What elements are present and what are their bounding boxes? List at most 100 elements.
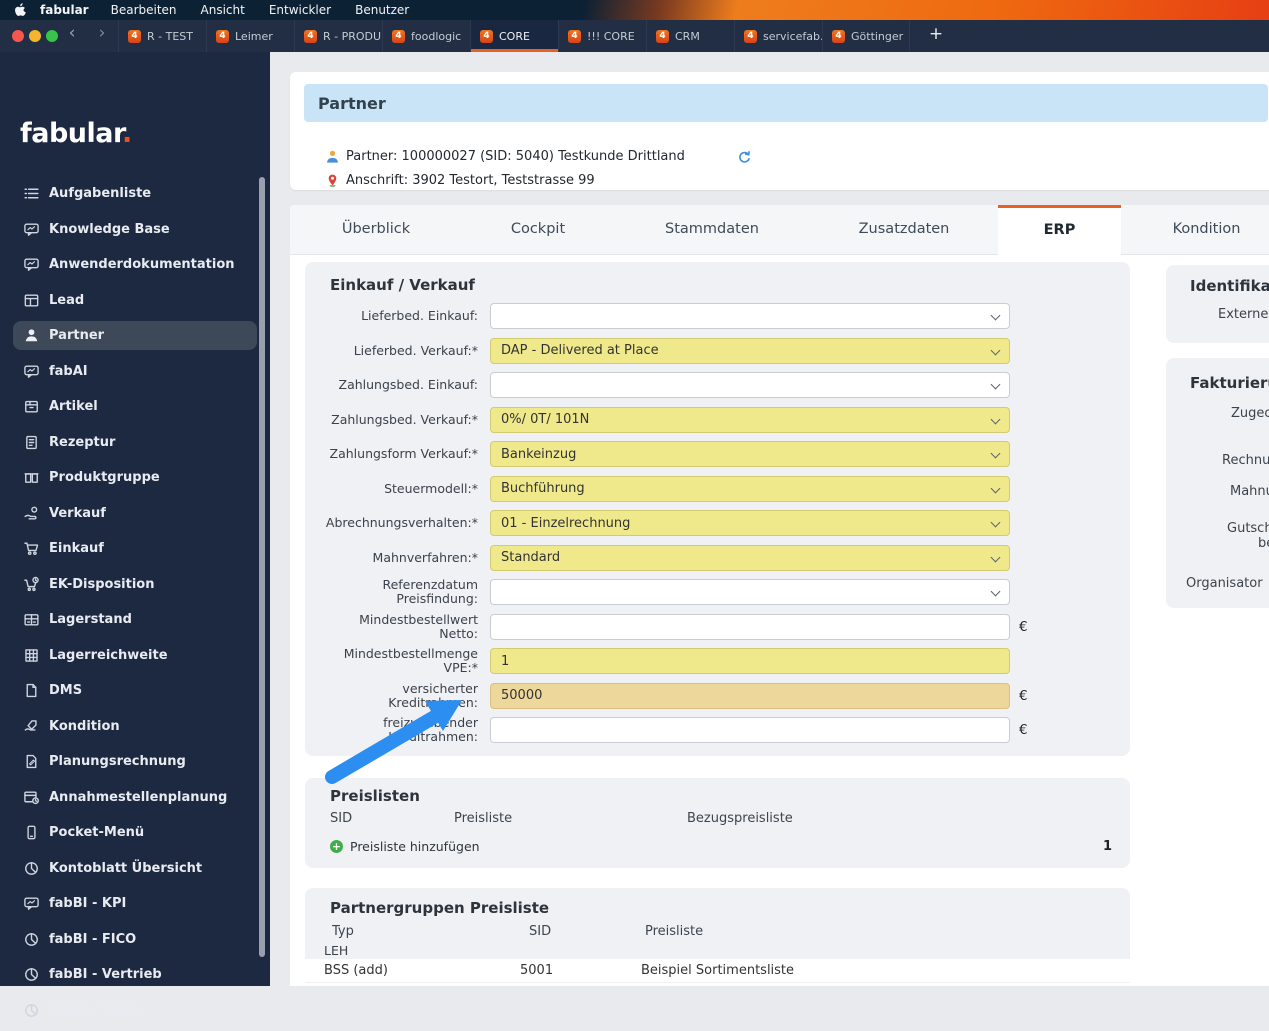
section-heading: Einkauf / Verkauf — [330, 276, 475, 294]
tab-stammdaten[interactable]: Stammdaten — [614, 205, 810, 255]
browser-tab-foodlogic[interactable]: 4 foodlogic — [382, 20, 470, 52]
cart-icon — [23, 540, 40, 557]
browser-tab-label: R - PRODU... — [323, 29, 382, 43]
partnergruppen-rows: LEH BSS (add) 5001 Beispiel Sortimentsliste… — [305, 942, 1130, 986]
select-mahnverfahren[interactable]: Standard — [490, 544, 1010, 571]
sidebar-item-verkauf[interactable]: Verkauf — [13, 499, 257, 528]
sidebar-item-partner[interactable]: Partner — [13, 321, 257, 350]
browser-tab-core[interactable]: 4 CORE — [470, 20, 558, 52]
sidebar-item-fabai[interactable]: fabAI — [13, 357, 257, 386]
tab-überblick[interactable]: Überblick — [290, 205, 462, 255]
sidebar-item-label: Kontoblatt Übersicht — [49, 860, 203, 876]
tab-erp[interactable]: ERP — [998, 205, 1121, 255]
favicon-icon: 4 — [656, 29, 669, 43]
sidebar-item-lead[interactable]: Lead — [13, 286, 257, 315]
form-row-lieferbed-verkauf: Lieferbed. Verkauf:* DAP - Delivered at P… — [318, 337, 1028, 364]
preislisten-card: Preislisten SID Preisliste Bezugspreislist… — [305, 778, 1130, 868]
favicon-icon: 4 — [216, 29, 229, 43]
sidebar-item-label: fabBI - KPI — [49, 896, 127, 911]
browser-tab-label: Göttinger — [851, 29, 904, 43]
menu-app-name[interactable]: fabular — [40, 3, 89, 17]
sidebar-item-anwenderdokumentation[interactable]: Anwenderdokumentation — [13, 250, 257, 279]
browser-tab-göttinger[interactable]: 4 Göttinger — [822, 20, 910, 52]
sidebar-item-dms[interactable]: DMS — [13, 676, 257, 705]
sidebar-item-kondition[interactable]: Kondition — [13, 712, 257, 741]
apple-icon[interactable] — [14, 3, 26, 17]
sidebar-item-aufgabenliste[interactable]: Aufgabenliste — [13, 179, 257, 208]
chat-icon — [23, 221, 40, 238]
sidebar-item-fabbi-vertrieb[interactable]: fabBI - Vertrieb — [13, 960, 257, 989]
sidebar-item-lagerreichweite[interactable]: Lagerreichweite — [13, 641, 257, 670]
input-mindestbestellwert-netto[interactable] — [490, 613, 1010, 640]
tab-zusatzdaten[interactable]: Zusatzdaten — [810, 205, 998, 255]
refresh-icon[interactable] — [737, 150, 753, 166]
forward-button[interactable]: › — [92, 23, 112, 43]
browser-tab-label: CORE — [499, 29, 530, 43]
sidebar-item-kontoblatt-übersicht[interactable]: Kontoblatt Übersicht — [13, 854, 257, 883]
browser-tab-servicefab[interactable]: 4 servicefab... — [734, 20, 822, 52]
select-referenzdatum-preisfindung[interactable] — [490, 579, 1010, 605]
chart-donut-icon — [23, 931, 40, 948]
add-preisliste-link[interactable]: + Preisliste hinzufügen — [330, 839, 480, 854]
select-abrechnungsverhalten[interactable]: 01 - Einzelrechnung — [490, 510, 1010, 536]
section-heading: Identifikatio — [1190, 277, 1269, 295]
sidebar-item-einkauf[interactable]: Einkauf — [13, 534, 257, 563]
sidebar-item-lagerstand[interactable]: Lagerstand — [13, 605, 257, 634]
sidebar-item-rezeptur[interactable]: Rezeptur — [13, 428, 257, 457]
close-window-button[interactable] — [12, 30, 24, 42]
sidebar-item-annahmestellenplanung[interactable]: Annahmestellenplanung — [13, 783, 257, 812]
chevron-down-icon — [990, 310, 1001, 321]
sidebar-item-fabbi-werk[interactable]: fabBI - Werk — [13, 996, 257, 1025]
minimize-window-button[interactable] — [29, 30, 41, 42]
input-versicherter-kreditrahmen[interactable]: 50000 — [490, 682, 1010, 709]
tab-cockpit[interactable]: Cockpit — [462, 205, 614, 255]
sidebar-item-ek-disposition[interactable]: EK-Disposition — [13, 570, 257, 599]
browser-tab-r-test[interactable]: 4 R - TEST — [118, 20, 206, 52]
zoom-window-button[interactable] — [46, 30, 58, 42]
browser-tab-label: CRM — [675, 29, 700, 43]
sidebar-scrollbar[interactable] — [259, 177, 265, 957]
columns-icon — [23, 469, 40, 486]
menu-item-benutzer[interactable]: Benutzer — [355, 3, 409, 17]
browser-tab-core[interactable]: 4 !!! CORE — [558, 20, 646, 52]
preislisten-count: 1 — [1102, 839, 1112, 854]
new-tab-button[interactable]: + — [925, 24, 947, 44]
back-button[interactable]: ‹ — [62, 23, 82, 43]
sidebar-item-fabbi-kpi[interactable]: fabBI - KPI — [13, 889, 257, 918]
input-freizugebender-kreditrahmen[interactable] — [490, 717, 1010, 743]
browser-tab-r-produ[interactable]: 4 R - PRODU... — [294, 20, 382, 52]
select-steuermodell[interactable]: Buchführung — [490, 475, 1010, 502]
browser-tab-label: Leimer — [235, 29, 273, 43]
menu-item-bearbeiten[interactable]: Bearbeiten — [111, 3, 177, 17]
menu-item-entwickler[interactable]: Entwickler — [269, 3, 331, 17]
sidebar-item-fabbi-fico[interactable]: fabBI - FICO — [13, 925, 257, 954]
table-row[interactable]: BSS (add) 5001 Beispiel Sortimentsliste — [305, 959, 1130, 982]
file-icon — [23, 682, 40, 699]
browser-tab-leimer[interactable]: 4 Leimer — [206, 20, 294, 52]
favicon-icon: 4 — [480, 29, 493, 43]
sidebar-item-knowledge-base[interactable]: Knowledge Base — [13, 215, 257, 244]
input-mindestbestellmenge-vpe[interactable]: 1 — [490, 648, 1010, 674]
person-icon — [23, 327, 40, 344]
field-label: Zahlungsbed. Einkauf: — [338, 377, 478, 392]
sidebar-item-label: Anwenderdokumentation — [49, 257, 235, 272]
field-value: Standard — [501, 550, 561, 565]
browser-tab-crm[interactable]: 4 CRM — [646, 20, 734, 52]
select-zahlungsbed-einkauf[interactable] — [490, 372, 1010, 398]
sidebar-item-label: fabAI — [49, 363, 88, 379]
sidebar-item-artikel[interactable]: Artikel — [13, 392, 257, 421]
select-lieferbed-einkauf[interactable] — [490, 303, 1010, 329]
menu-item-ansicht[interactable]: Ansicht — [201, 3, 245, 17]
select-lieferbed-verkauf[interactable]: DAP - Delivered at Place — [490, 337, 1010, 364]
form-row-steuermodell: Steuermodell:* Buchführung — [318, 475, 1028, 502]
sidebar-item-planungsrechnung[interactable]: Planungsrechnung — [13, 747, 257, 776]
tab-label: ERP — [1043, 222, 1076, 238]
tab-kondition[interactable]: Kondition — [1121, 205, 1269, 255]
select-zahlungsform-verkauf[interactable]: Bankeinzug — [490, 441, 1010, 467]
sidebar-item-label: Lagerstand — [49, 612, 132, 627]
sidebar-item-produktgruppe[interactable]: Produktgruppe — [13, 463, 257, 492]
app-logo: fabular. — [20, 118, 132, 149]
tab-panel: Überblick Cockpit Stammdaten Zusatzdaten ERP… — [290, 205, 1269, 986]
select-zahlungsbed-verkauf[interactable]: 0%/ 0T/ 101N — [490, 406, 1010, 433]
sidebar-item-pocket-menü[interactable]: Pocket-Menü — [13, 818, 257, 847]
